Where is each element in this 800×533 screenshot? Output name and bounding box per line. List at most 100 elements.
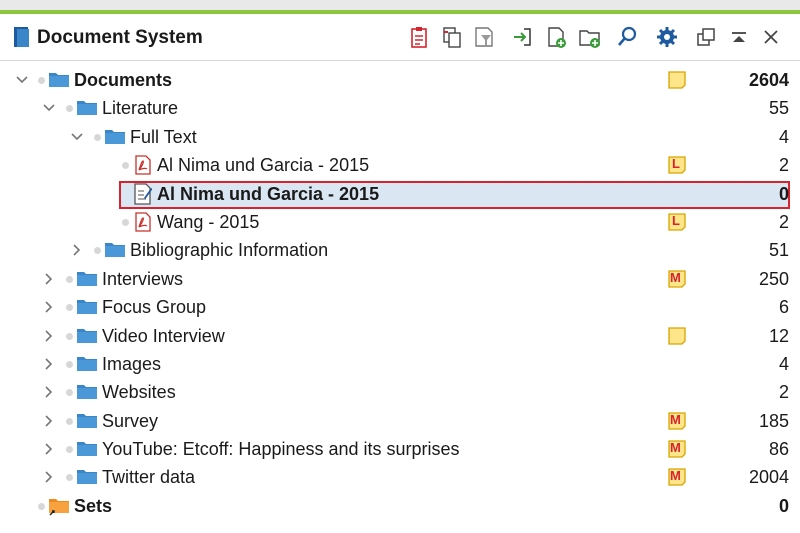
- chevron-right-icon[interactable]: [42, 300, 56, 314]
- folder-icon: [76, 411, 98, 429]
- tree-row-full-text[interactable]: Full Text 4: [0, 123, 800, 151]
- memo-icon[interactable]: M: [667, 269, 687, 289]
- memo-icon[interactable]: M: [667, 439, 687, 459]
- activation-dot[interactable]: [66, 360, 73, 368]
- new-document-icon[interactable]: [544, 24, 570, 50]
- tree-row-literature[interactable]: Literature 55: [0, 94, 800, 122]
- filter-icon[interactable]: [471, 24, 497, 50]
- folder-icon: [104, 127, 126, 145]
- chevron-right-icon[interactable]: [42, 329, 56, 343]
- folder-icon: [76, 326, 98, 344]
- code-count: 185: [758, 410, 789, 431]
- tree-row-focus-group[interactable]: Focus Group 6: [0, 293, 800, 321]
- code-count: 0: [778, 183, 789, 204]
- code-count: 0: [778, 495, 789, 516]
- folder-icon: [76, 297, 98, 315]
- activation-dot[interactable]: [122, 218, 129, 226]
- new-folder-icon[interactable]: [577, 24, 603, 50]
- folder-icon: [76, 439, 98, 457]
- memo-letter: L: [672, 212, 680, 228]
- tree-row-document-selected[interactable]: Al Nima und Garcia - 2015 0: [0, 180, 800, 209]
- tree-row-bibliographic-information[interactable]: Bibliographic Information 51: [0, 236, 800, 264]
- activation-dot[interactable]: [122, 162, 129, 170]
- folder-icon: [76, 354, 98, 372]
- tree-row-survey[interactable]: Survey M 185: [0, 407, 800, 435]
- window-top-bar: [0, 0, 800, 14]
- tree-row-interviews[interactable]: Interviews M 250: [0, 265, 800, 293]
- sets-folder-icon: [49, 498, 69, 516]
- memo-icon[interactable]: [667, 326, 687, 346]
- chevron-right-icon[interactable]: [42, 272, 56, 286]
- chevron-down-icon[interactable]: [15, 73, 29, 87]
- import-arrow-icon[interactable]: [509, 24, 535, 50]
- undock-window-icon[interactable]: [693, 24, 719, 50]
- activation-dot[interactable]: [38, 502, 45, 510]
- tree-label: Websites: [102, 382, 176, 403]
- document-system-icon: [12, 25, 32, 54]
- memo-icon[interactable]: [667, 70, 687, 90]
- code-count: 2004: [748, 467, 789, 488]
- folder-icon: [76, 467, 98, 485]
- chevron-right-icon[interactable]: [42, 385, 56, 399]
- document-tree: Documents 2604 Literature 55 Full Text 4…: [0, 66, 800, 520]
- memo-icon[interactable]: L: [667, 212, 687, 232]
- folder-icon: [76, 98, 98, 116]
- tree-row-images[interactable]: Images 4: [0, 350, 800, 378]
- collapse-panel-icon[interactable]: [726, 24, 752, 50]
- activation-dot[interactable]: [66, 304, 73, 312]
- code-count: 86: [768, 439, 789, 460]
- copy-documents-icon[interactable]: [439, 24, 465, 50]
- tree-row-sets[interactable]: Sets 0: [0, 492, 800, 520]
- tree-label: Al Nima und Garcia - 2015: [157, 155, 370, 176]
- chevron-down-icon[interactable]: [70, 130, 84, 144]
- activation-dot[interactable]: [94, 247, 101, 255]
- chevron-down-icon[interactable]: [42, 101, 56, 115]
- tree-label: Survey: [102, 410, 159, 431]
- tree-row-document[interactable]: Wang - 2015 L 2: [0, 208, 800, 236]
- tree-row-youtube[interactable]: YouTube: Etcoff: Happiness and its surpr…: [0, 435, 800, 463]
- activation-dot[interactable]: [66, 474, 73, 482]
- chevron-right-icon[interactable]: [42, 414, 56, 428]
- memo-icon[interactable]: L: [667, 155, 687, 175]
- tree-label: Full Text: [130, 126, 197, 147]
- search-icon[interactable]: [614, 24, 640, 50]
- activation-dot[interactable]: [66, 389, 73, 397]
- settings-icon[interactable]: [654, 24, 680, 50]
- import-documents-icon[interactable]: [407, 24, 433, 50]
- tree-row-twitter-data[interactable]: Twitter data M 2004: [0, 463, 800, 491]
- tree-label: Focus Group: [102, 297, 207, 318]
- activation-dot[interactable]: [38, 77, 45, 84]
- activation-dot[interactable]: [66, 332, 73, 340]
- activation-dot[interactable]: [66, 446, 73, 454]
- tree-label: Bibliographic Information: [130, 240, 329, 261]
- pdf-document-icon: [135, 212, 151, 232]
- tree-label: Al Nima und Garcia - 2015: [157, 183, 380, 204]
- memo-icon[interactable]: M: [667, 467, 687, 487]
- folder-icon: [48, 70, 70, 88]
- tree-label: Video Interview: [102, 325, 225, 346]
- memo-letter: M: [670, 411, 681, 427]
- tree-row-websites[interactable]: Websites 2: [0, 378, 800, 406]
- tree-row-document[interactable]: Al Nima und Garcia - 2015 L 2: [0, 151, 800, 179]
- tree-label: Interviews: [102, 268, 184, 289]
- tree-row-documents[interactable]: Documents 2604: [0, 66, 800, 94]
- tree-label: Wang - 2015: [157, 211, 260, 232]
- code-count: 6: [778, 297, 789, 318]
- memo-letter: M: [670, 468, 681, 484]
- tree-row-video-interview[interactable]: Video Interview 12: [0, 322, 800, 350]
- code-count: 250: [758, 268, 789, 289]
- activation-dot[interactable]: [66, 105, 73, 113]
- folder-icon: [76, 269, 98, 287]
- code-count: 2: [778, 211, 789, 232]
- chevron-right-icon[interactable]: [42, 442, 56, 456]
- folder-icon: [104, 240, 126, 258]
- tree-label: Images: [102, 353, 162, 374]
- chevron-right-icon[interactable]: [42, 357, 56, 371]
- close-icon[interactable]: [758, 24, 784, 50]
- chevron-right-icon[interactable]: [42, 470, 56, 484]
- activation-dot[interactable]: [66, 417, 73, 425]
- activation-dot[interactable]: [94, 133, 101, 141]
- memo-icon[interactable]: M: [667, 411, 687, 431]
- activation-dot[interactable]: [66, 275, 73, 283]
- chevron-right-icon[interactable]: [70, 243, 84, 257]
